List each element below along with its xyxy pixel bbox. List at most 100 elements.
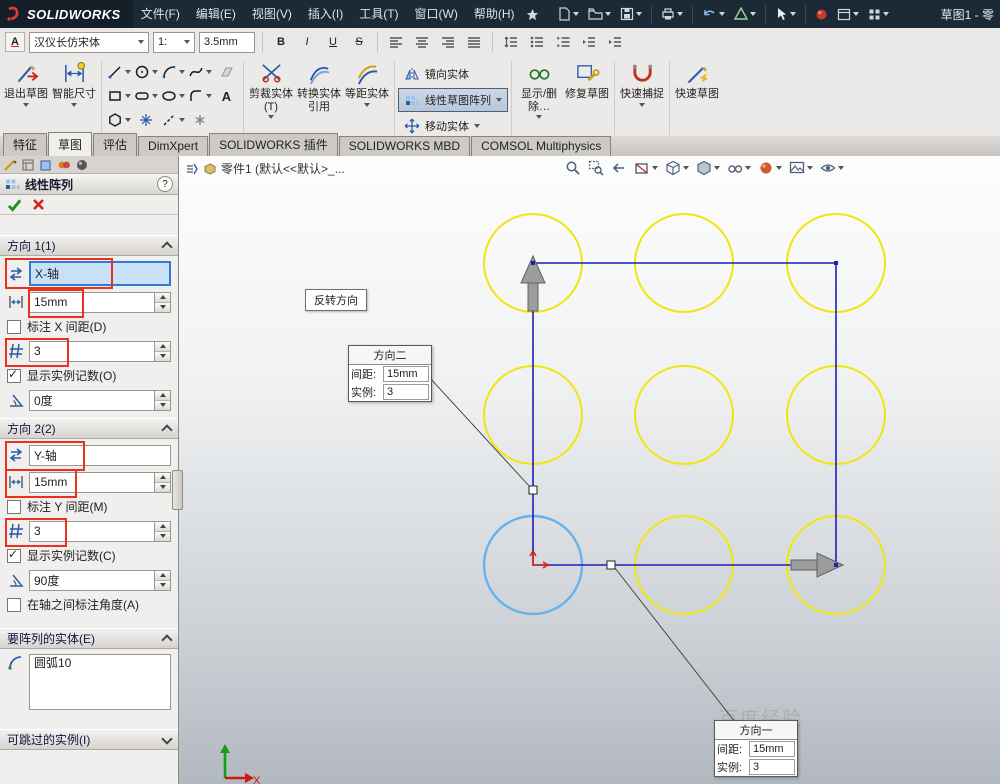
dir1-count-stepper[interactable]: 3: [29, 341, 171, 362]
tab-mbd[interactable]: SOLIDWORKS MBD: [339, 136, 470, 156]
menu-tools[interactable]: 工具(T): [351, 0, 406, 28]
circle-tool[interactable]: [132, 60, 159, 84]
tab-dimxpert[interactable]: DimXpert: [138, 136, 208, 156]
fillet-tool[interactable]: [186, 84, 213, 108]
open-document-icon[interactable]: [585, 3, 614, 25]
spin-down-icon[interactable]: [155, 303, 170, 312]
font-family-select[interactable]: 汉仪长仿宋体: [29, 32, 149, 53]
edit-appearance-icon[interactable]: [758, 160, 782, 176]
construction-caret-icon[interactable]: [179, 118, 185, 122]
skip-instances-section-header[interactable]: 可跳过的实例(I): [0, 729, 178, 750]
construction-line-tool[interactable]: [159, 108, 186, 132]
sketch-vertex[interactable]: [834, 261, 838, 265]
spin-down-icon[interactable]: [155, 483, 170, 492]
graphics-area[interactable]: X 零件1 (默认<<默认>_... 反转方向 百度经验 方向二 间距: 15m…: [179, 156, 1000, 784]
dir2-count-value[interactable]: 3: [29, 521, 154, 542]
instances-value-field[interactable]: 3: [749, 759, 795, 775]
align-right-icon[interactable]: [437, 31, 459, 53]
configuration-tab-icon[interactable]: [39, 158, 53, 172]
print-icon[interactable]: [658, 3, 686, 25]
spin-up-icon[interactable]: [155, 391, 170, 401]
tab-evaluate[interactable]: 评估: [93, 133, 137, 156]
smart-dimension-button[interactable]: 智能尺寸: [50, 58, 98, 138]
display-style-icon[interactable]: [696, 160, 720, 176]
italic-button[interactable]: I: [296, 31, 318, 53]
offset-entities-button[interactable]: 等距实体: [343, 58, 391, 138]
display-delete-relations-button[interactable]: 显示/删除…: [515, 58, 563, 138]
direction1-handle[interactable]: [607, 561, 615, 569]
justify-icon[interactable]: [463, 31, 485, 53]
dir2-show-count-checkbox-row[interactable]: 显示实例记数(C): [7, 547, 171, 564]
strike-button[interactable]: S: [348, 31, 370, 53]
scale-select[interactable]: 1:: [153, 32, 195, 53]
favorites-star-icon[interactable]: [523, 3, 542, 25]
part-node-icon[interactable]: [204, 163, 216, 175]
ellipse-caret-icon[interactable]: [179, 94, 185, 98]
flyout-tree-icon[interactable]: [185, 162, 199, 176]
dir2-dim-spacing-checkbox-row[interactable]: 标注 Y 间距(M): [7, 498, 171, 515]
menu-help[interactable]: 帮助(H): [466, 0, 523, 28]
collapse-chevron-icon[interactable]: [161, 424, 172, 435]
spin-up-icon[interactable]: [155, 473, 170, 483]
align-left-icon[interactable]: [385, 31, 407, 53]
offset-caret-icon[interactable]: [364, 103, 370, 107]
pattern-boundary[interactable]: [533, 263, 836, 565]
quick-snaps-caret-icon[interactable]: [639, 103, 645, 107]
dir2-spacing-stepper[interactable]: 15mm: [29, 472, 171, 493]
move-entities-caret-icon[interactable]: [474, 124, 480, 128]
drawing-frame-icon[interactable]: [834, 3, 862, 25]
dir2-show-count-checkbox[interactable]: [7, 549, 21, 563]
linear-pattern-caret-icon[interactable]: [496, 98, 502, 102]
spin-up-icon[interactable]: [155, 571, 170, 581]
dir1-count-value[interactable]: 3: [29, 341, 154, 362]
dir1-spacing-spin-buttons[interactable]: [154, 292, 171, 313]
callout-direction2[interactable]: 方向二 间距: 15mm 实例: 3: [348, 345, 432, 402]
bullet-list-icon[interactable]: [526, 31, 548, 53]
quick-sketch-button[interactable]: 快速草图: [673, 58, 721, 138]
spline-caret-icon[interactable]: [206, 70, 212, 74]
dir1-show-count-checkbox[interactable]: [7, 369, 21, 383]
section-view-icon[interactable]: [634, 160, 658, 176]
menu-window[interactable]: 窗口(W): [407, 0, 466, 28]
tab-sketch[interactable]: 草图: [48, 132, 92, 156]
dir1-axis-field[interactable]: X-轴: [29, 261, 171, 286]
spin-up-icon[interactable]: [155, 342, 170, 352]
underline-button[interactable]: U: [322, 31, 344, 53]
line-caret-icon[interactable]: [125, 70, 131, 74]
hide-show-items-icon[interactable]: [727, 160, 751, 176]
plane-tool[interactable]: [213, 60, 240, 84]
view-settings-icon[interactable]: [820, 160, 844, 176]
spacing-value-field[interactable]: 15mm: [749, 741, 795, 757]
convert-entities-button[interactable]: 转换实体引用: [295, 58, 343, 138]
dir2-spacing-value[interactable]: 15mm: [29, 472, 154, 493]
direction2-handle[interactable]: [529, 486, 537, 494]
dimxpert-tab-icon[interactable]: [57, 158, 71, 172]
dir2-angle-between-checkbox[interactable]: [7, 598, 21, 612]
menu-insert[interactable]: 插入(I): [300, 0, 351, 28]
polygon-tool[interactable]: [105, 108, 132, 132]
save-icon[interactable]: [617, 3, 645, 25]
options-grid-icon[interactable]: [865, 3, 892, 25]
menu-file[interactable]: 文件(F): [133, 0, 188, 28]
rebuild-icon[interactable]: [731, 3, 759, 25]
trim-caret-icon[interactable]: [268, 115, 274, 119]
pattern-circle[interactable]: [635, 366, 733, 464]
spacing-value-field[interactable]: 15mm: [383, 366, 429, 382]
dir1-angle-stepper[interactable]: 0度: [29, 390, 171, 411]
slot-tool[interactable]: [132, 84, 159, 108]
dir1-count-spin-buttons[interactable]: [154, 341, 171, 362]
direction1-section-header[interactable]: 方向 1(1): [0, 235, 178, 256]
arc-tool[interactable]: [159, 60, 186, 84]
dir1-angle-value[interactable]: 0度: [29, 390, 154, 411]
smart-dimension-caret-icon[interactable]: [71, 103, 77, 107]
undo-icon[interactable]: [699, 3, 728, 25]
indent-decrease-icon[interactable]: [578, 31, 600, 53]
menu-edit[interactable]: 编辑(E): [188, 0, 244, 28]
move-entities-button[interactable]: 移动实体: [398, 113, 508, 138]
dir1-spacing-stepper[interactable]: 15mm: [29, 292, 171, 313]
display-manager-tab-icon[interactable]: [75, 158, 89, 172]
point-tool[interactable]: [132, 108, 159, 132]
dir2-angle-value[interactable]: 90度: [29, 570, 154, 591]
cancel-x-icon[interactable]: [32, 198, 45, 211]
sketch-viewport[interactable]: X: [179, 156, 1000, 784]
